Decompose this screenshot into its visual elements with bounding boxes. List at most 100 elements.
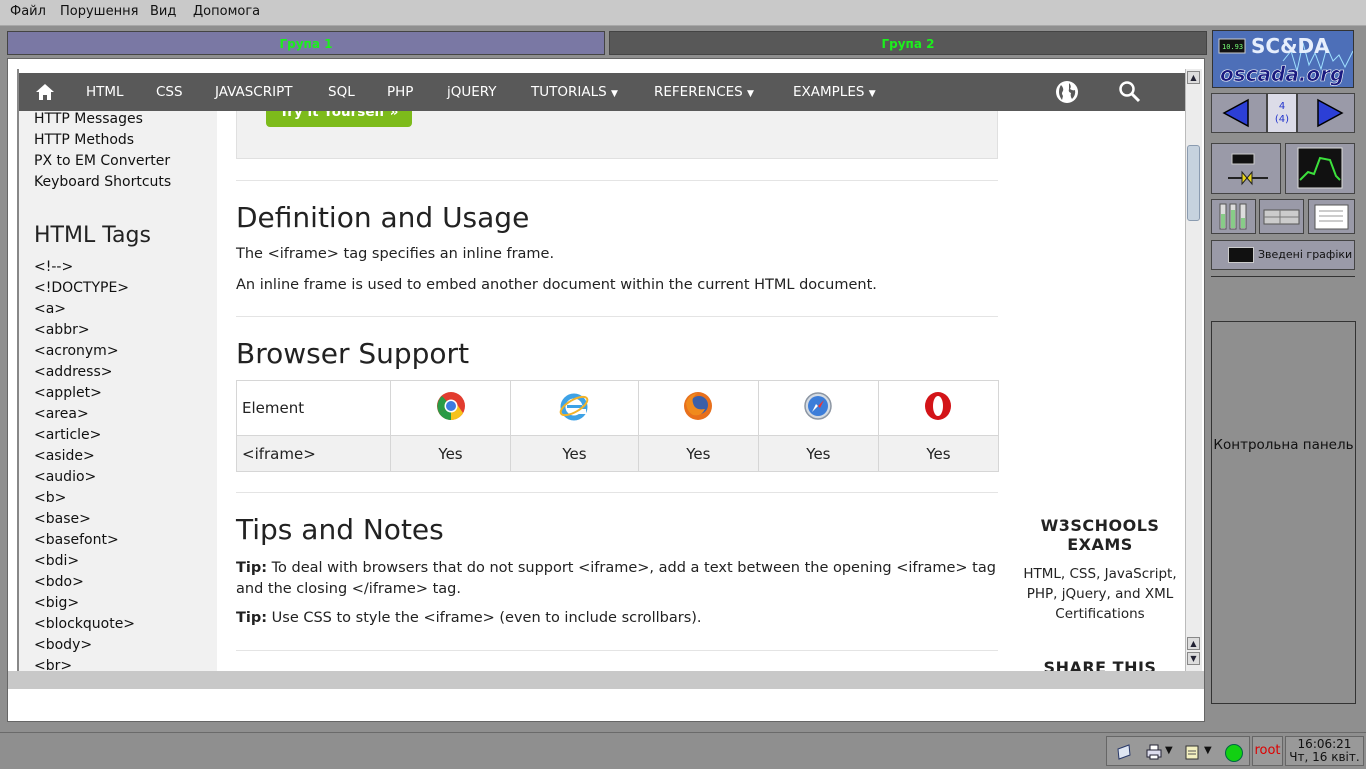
sidebar-tag[interactable]: <article> [34, 427, 101, 443]
nav-references[interactable]: REFERENCES ▼ [654, 84, 754, 100]
tip-text: To deal with browsers that do not suppor… [236, 560, 996, 597]
example-box: Try it Yourself » [236, 111, 998, 159]
summary-graphs-label: Зведені графіки [1258, 248, 1353, 261]
network-icon[interactable] [1115, 743, 1133, 765]
oscada-logo: 10.93 SC&DA oscada.org [1212, 30, 1354, 88]
top-navigation: HTML CSS JAVASCRIPT SQL PHP jQUERY TUTOR… [19, 73, 1185, 111]
nav-javascript[interactable]: JAVASCRIPT [215, 84, 292, 100]
document-view-button[interactable] [1308, 199, 1355, 234]
menu-file[interactable]: Файл [10, 4, 46, 19]
tab-group-1[interactable]: Група 1 [7, 31, 605, 55]
svg-text:10.93: 10.93 [1222, 43, 1243, 51]
taskbar: ▼ ▼ root 16:06:21 Чт, 16 квіт. [0, 732, 1366, 769]
nav-html[interactable]: HTML [86, 84, 124, 100]
exams-text[interactable]: HTML, CSS, JavaScript, PHP, jQuery, and … [1017, 564, 1183, 624]
table-cell: Yes [637, 435, 759, 472]
page-number: 4 [1278, 101, 1286, 112]
tip-text: Use CSS to style the <iframe> (even to i… [271, 610, 702, 626]
table-row: <iframe> Yes Yes Yes Yes Yes [236, 435, 1000, 472]
table-header-row: Element [236, 380, 1000, 436]
chevron-down-icon[interactable]: ▼ [1204, 745, 1212, 756]
nav-php[interactable]: PHP [387, 84, 413, 100]
nav-jquery[interactable]: jQUERY [447, 84, 497, 100]
left-sidebar: HTTP Messages HTTP Methods PX to EM Conv… [19, 111, 217, 671]
sidebar-tag[interactable]: <body> [34, 637, 92, 653]
menu-view[interactable]: Вид [150, 4, 176, 19]
page-total: (4) [1274, 114, 1290, 125]
nav-css[interactable]: CSS [156, 84, 183, 100]
user-indicator[interactable]: root [1252, 736, 1283, 766]
sidebar-tag[interactable]: <abbr> [34, 322, 90, 338]
try-it-yourself-button[interactable]: Try it Yourself » [266, 111, 412, 127]
control-panel[interactable]: Контрольна панель [1211, 321, 1356, 704]
sidebar-tag[interactable]: <audio> [34, 469, 96, 485]
search-icon[interactable] [1118, 80, 1142, 108]
globe-icon[interactable] [1055, 80, 1079, 108]
clock[interactable]: 16:06:21 Чт, 16 квіт. [1285, 736, 1364, 766]
mnemonic-scheme-button[interactable] [1211, 143, 1281, 194]
menu-help[interactable]: Допомога [193, 4, 260, 19]
chevron-down-icon[interactable]: ▼ [1165, 745, 1173, 756]
scroll-up-button[interactable]: ▲ [1187, 71, 1200, 84]
sidebar-link-px-to-em[interactable]: PX to EM Converter [34, 153, 170, 169]
right-column: W3SCHOOLS EXAMS HTML, CSS, JavaScript, P… [1017, 111, 1183, 671]
sidebar-tag[interactable]: <!--> [34, 259, 73, 275]
frame-bottom-band [8, 671, 1204, 689]
tip-paragraph: Tip: To deal with browsers that do not s… [236, 558, 996, 600]
sidebar-link-http-messages[interactable]: HTTP Messages [34, 111, 143, 127]
scroll-thumb[interactable] [1187, 145, 1200, 221]
logo-text-oscada: oscada.org [1220, 62, 1344, 86]
divider [236, 492, 998, 493]
divider [236, 650, 998, 651]
sidebar-tag[interactable]: <acronym> [34, 343, 119, 359]
sidebar-link-http-methods[interactable]: HTTP Methods [34, 132, 134, 148]
divider [236, 180, 998, 181]
next-page-button[interactable] [1297, 93, 1355, 133]
menu-violations[interactable]: Порушення [60, 4, 138, 19]
panel-view-button[interactable] [1259, 199, 1304, 234]
summary-graphs-button[interactable]: Зведені графіки [1211, 240, 1355, 270]
browser-support-table: Element <iframe> Yes Yes Yes Yes Yes [236, 380, 1000, 472]
chrome-icon [389, 380, 512, 436]
sidebar-tag[interactable]: <applet> [34, 385, 102, 401]
sidebar-tag[interactable]: <blockquote> [34, 616, 135, 632]
firefox-icon [637, 380, 759, 436]
clipboard-icon[interactable] [1183, 743, 1201, 765]
sidebar-link-keyboard-shortcuts[interactable]: Keyboard Shortcuts [34, 174, 171, 190]
sidebar-tag[interactable]: <bdi> [34, 553, 79, 569]
tips-heading: Tips and Notes [236, 513, 444, 546]
sidebar-tag[interactable]: <b> [34, 490, 66, 506]
tab-group-2[interactable]: Група 2 [609, 31, 1207, 55]
tip-paragraph: Tip: Use CSS to style the <iframe> (even… [236, 610, 702, 626]
nav-sql[interactable]: SQL [328, 84, 355, 100]
printer-icon[interactable] [1145, 743, 1163, 765]
sidebar-tag[interactable]: <!DOCTYPE> [34, 280, 129, 296]
sidebar-tag[interactable]: <bdo> [34, 574, 84, 590]
sidebar-tag[interactable]: <big> [34, 595, 79, 611]
table-cell: Yes [510, 435, 639, 472]
sidebar-tag[interactable]: <a> [34, 301, 66, 317]
menubar: Файл Порушення Вид Допомога [0, 0, 1366, 26]
home-icon[interactable] [35, 82, 55, 106]
scroll-up-button[interactable]: ▲ [1187, 637, 1200, 650]
trend-graph-button[interactable] [1285, 143, 1355, 194]
scroll-down-button[interactable]: ▼ [1187, 652, 1200, 665]
vertical-scrollbar[interactable]: ▲ ▲ ▼ [1185, 69, 1202, 671]
nav-examples[interactable]: EXAMPLES ▼ [793, 84, 876, 100]
opera-icon [877, 380, 1000, 436]
sidebar-tag[interactable]: <basefont> [34, 532, 119, 548]
sidebar-tag[interactable]: <aside> [34, 448, 95, 464]
exams-title[interactable]: W3SCHOOLS EXAMS [1017, 516, 1183, 554]
graph-icon [1228, 247, 1254, 263]
sidebar-tag[interactable]: <br> [34, 658, 72, 671]
sidebar-tag[interactable]: <area> [34, 406, 89, 422]
sidebar-tag[interactable]: <address> [34, 364, 112, 380]
caret-down-icon: ▼ [868, 89, 876, 99]
table-header-cell: Element [236, 380, 391, 436]
sidebar-tag[interactable]: <base> [34, 511, 91, 527]
tray-icons: ▼ ▼ [1106, 736, 1250, 766]
bargraph-button[interactable] [1211, 199, 1256, 234]
web-page: HTML CSS JAVASCRIPT SQL PHP jQUERY TUTOR… [17, 69, 1203, 671]
prev-page-button[interactable] [1211, 93, 1267, 133]
nav-tutorials[interactable]: TUTORIALS ▼ [531, 84, 618, 100]
